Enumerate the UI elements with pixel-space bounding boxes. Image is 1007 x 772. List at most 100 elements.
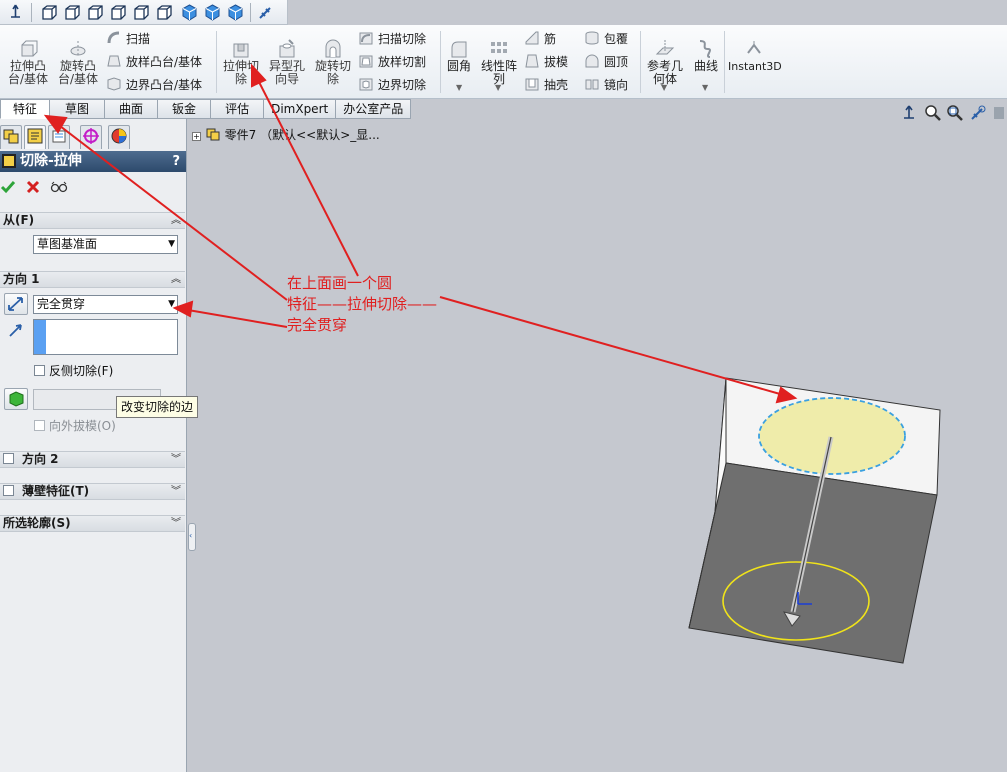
- annotation-line-3: 完全贯穿: [287, 316, 348, 334]
- tab-sketch[interactable]: 草图: [50, 99, 106, 119]
- loft-boss-button[interactable]: 放样凸台/基体: [106, 53, 202, 71]
- shell-button[interactable]: 抽壳: [524, 76, 568, 94]
- instant3d-label: Instant3D: [728, 60, 782, 73]
- dimxpert-manager-tab[interactable]: [80, 125, 102, 149]
- revolve-cut-button[interactable]: 旋转切 除: [312, 39, 354, 86]
- extrude-cut-button[interactable]: 拉伸切 除: [220, 39, 262, 86]
- configuration-manager-icon: [52, 130, 66, 143]
- configuration-manager-tab[interactable]: [48, 125, 70, 149]
- extrude-boss-label: 拉伸凸 台/基体: [7, 59, 49, 86]
- tab-sheet-metal[interactable]: 钣金: [158, 99, 212, 119]
- previous-view-icon[interactable]: [968, 104, 986, 122]
- draft-green-icon: [9, 391, 24, 407]
- shell-icon: [525, 78, 539, 91]
- dimetric-icon[interactable]: [226, 3, 245, 22]
- display-manager-tab[interactable]: [108, 125, 130, 149]
- feature-manager-tab[interactable]: [0, 125, 22, 149]
- tab-dimxpert[interactable]: DimXpert: [264, 99, 337, 119]
- normal-to-icon[interactable]: [6, 3, 25, 22]
- view-top-icon[interactable]: [132, 3, 151, 22]
- collapse-icon[interactable]: ︽: [171, 213, 181, 228]
- draft-button[interactable]: 拔模: [524, 53, 568, 71]
- isometric-icon[interactable]: [180, 3, 199, 22]
- link-views-icon[interactable]: [256, 3, 275, 22]
- zoom-to-area-icon[interactable]: [946, 104, 964, 122]
- view-right-icon[interactable]: [109, 3, 128, 22]
- flip-side-to-cut-checkbox[interactable]: 反侧切除(F): [34, 364, 113, 378]
- swept-cut-button[interactable]: 扫描切除: [358, 30, 426, 48]
- trimetric-icon[interactable]: [203, 3, 222, 22]
- end-condition-select[interactable]: 完全贯穿 ▼: [33, 295, 178, 314]
- wrap-label: 包覆: [604, 32, 629, 46]
- extrude-boss-button[interactable]: 拉伸凸 台/基体: [6, 39, 50, 86]
- curves-dropdown[interactable]: ▼: [702, 83, 708, 92]
- linear-pattern-button[interactable]: 线性阵 列: [478, 39, 520, 86]
- part-label[interactable]: 零件7 （默认<<默认>_显...: [225, 128, 380, 142]
- tree-expand-icon[interactable]: +: [192, 132, 201, 141]
- thin-feature-checkbox[interactable]: [3, 485, 14, 496]
- reference-geometry-button[interactable]: 参考几 何体: [644, 39, 686, 86]
- boundary-cut-button[interactable]: 边界切除: [358, 76, 426, 94]
- pattern-dropdown[interactable]: ▼: [495, 83, 501, 92]
- reverse-direction-button[interactable]: [4, 293, 28, 315]
- annotation-text: 在上面画一个圆 特征——拉伸切除—— 完全贯穿: [287, 273, 437, 336]
- direction1-section-header[interactable]: 方向 1 ︽: [0, 271, 185, 288]
- sweep-button[interactable]: 扫描: [106, 30, 150, 48]
- help-button[interactable]: ?: [172, 151, 180, 172]
- reference-geometry-dropdown[interactable]: ▼: [661, 83, 667, 92]
- from-section-header[interactable]: 从(F) ︽: [0, 212, 185, 229]
- property-manager-tab[interactable]: [24, 125, 46, 149]
- draft-on-off-button[interactable]: [4, 388, 28, 410]
- selected-contours-section-header[interactable]: 所选轮廓(S) ︾: [0, 515, 185, 532]
- collapse-icon[interactable]: ︽: [171, 272, 181, 287]
- dome-button[interactable]: 圆顶: [584, 53, 628, 71]
- revolve-boss-button[interactable]: 旋转凸 台/基体: [56, 39, 100, 86]
- lofted-cut-icon: [359, 55, 373, 68]
- expand-icon[interactable]: ︾: [171, 484, 181, 499]
- direction2-section-header[interactable]: 方向 2 ︾: [0, 451, 185, 468]
- rib-button[interactable]: 筋: [524, 30, 556, 48]
- direction-arrow-handle[interactable]: [782, 436, 834, 627]
- tab-evaluate[interactable]: 评估: [211, 99, 265, 119]
- tab-features[interactable]: 特征: [0, 99, 51, 119]
- from-select[interactable]: 草图基准面 ▼: [33, 235, 178, 254]
- expand-icon[interactable]: ︾: [171, 516, 181, 531]
- cancel-x-icon[interactable]: [26, 180, 40, 194]
- expand-icon[interactable]: ︾: [171, 452, 181, 467]
- view-orientation-icon[interactable]: [900, 104, 918, 122]
- view-front-icon[interactable]: [40, 3, 59, 22]
- chevron-left-icon: ‹: [189, 531, 193, 540]
- ok-check-icon[interactable]: [0, 179, 16, 195]
- cube-model[interactable]: [688, 377, 941, 664]
- extrude-cut-icon: [233, 43, 249, 58]
- tab-office-products[interactable]: 办公室产品: [336, 99, 412, 119]
- zoom-to-fit-icon[interactable]: [924, 104, 942, 122]
- hole-wizard-button[interactable]: 异型孔 向导: [266, 39, 308, 86]
- checkbox-box: [34, 420, 45, 431]
- fillet-button[interactable]: 圆角: [444, 39, 474, 73]
- view-back-icon[interactable]: [63, 3, 82, 22]
- direction-reference-list[interactable]: [33, 319, 178, 355]
- loft-boss-label: 放样凸台/基体: [126, 55, 203, 69]
- view-bottom-icon[interactable]: [155, 3, 174, 22]
- draft-outward-label: 向外拔模(O): [49, 419, 116, 433]
- mirror-button[interactable]: 镜向: [584, 76, 628, 94]
- view-left-icon[interactable]: [86, 3, 105, 22]
- flip-side-label: 反侧切除(F): [49, 364, 114, 378]
- draft-outward-checkbox[interactable]: 向外拔模(O): [34, 419, 116, 433]
- boundary-boss-button[interactable]: 边界凸台/基体: [106, 76, 202, 94]
- lofted-cut-button[interactable]: 放样切割: [358, 53, 426, 71]
- section-view-icon[interactable]: [992, 104, 1004, 122]
- detailed-preview-icon[interactable]: [50, 180, 68, 194]
- wrap-button[interactable]: 包覆: [584, 30, 628, 48]
- curves-button[interactable]: 曲线: [690, 39, 722, 73]
- fillet-dropdown[interactable]: ▼: [456, 83, 462, 92]
- instant3d-button[interactable]: Instant3D: [728, 39, 782, 73]
- from-section-label: 从(F): [3, 213, 35, 227]
- direction2-checkbox[interactable]: [3, 453, 14, 464]
- sketch-circle-top[interactable]: [758, 397, 906, 475]
- thin-feature-section-header[interactable]: 薄壁特征(T) ︾: [0, 483, 185, 500]
- panel-collapse-handle[interactable]: ‹: [188, 523, 196, 551]
- fillet-label: 圆角: [446, 59, 471, 73]
- tab-surfaces[interactable]: 曲面: [105, 99, 159, 119]
